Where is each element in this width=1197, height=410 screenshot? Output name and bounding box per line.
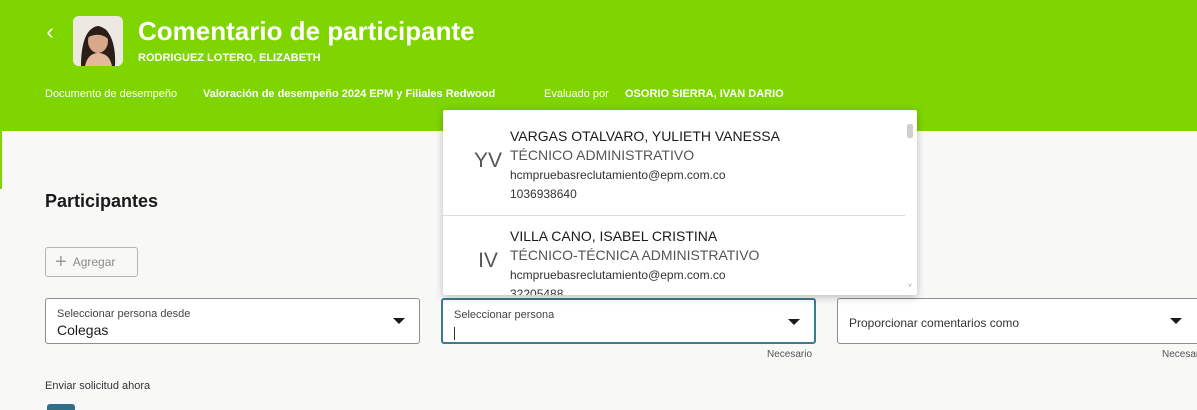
caret-down-icon xyxy=(1170,318,1182,324)
plus-icon: + xyxy=(55,251,67,273)
person-phone: 1036938640 xyxy=(510,187,577,201)
provide-comments-as-dropdown[interactable]: Proporcionar comentarios como xyxy=(837,298,1197,344)
select-person-input[interactable]: Seleccionar persona xyxy=(441,298,816,344)
initials-avatar: YV xyxy=(473,149,502,172)
avatar xyxy=(73,16,123,66)
select-from-label: Seleccionar persona desde xyxy=(57,308,191,320)
select-person-from-dropdown[interactable]: Seleccionar persona desde Colegas xyxy=(45,298,420,344)
provide-as-placeholder: Proporcionar comentarios como xyxy=(849,316,1020,330)
add-button-label: Agregar xyxy=(72,255,116,269)
profile-photo xyxy=(73,16,123,66)
person-job: TÉCNICO-TÉCNICA ADMINISTRATIVO xyxy=(510,247,760,263)
person-name: VARGAS OTALVARO, YULIETH VANESSA xyxy=(510,128,780,144)
scroll-down-icon[interactable]: ˅ xyxy=(907,283,913,290)
send-now-toggle[interactable] xyxy=(47,404,75,410)
scrollbar[interactable]: ˅ xyxy=(907,124,913,292)
list-item[interactable]: YV VARGAS OTALVARO, YULIETH VANESSA TÉCN… xyxy=(443,113,905,216)
required-label: Necesario xyxy=(767,349,813,360)
page-title: Comentario de participante xyxy=(138,16,475,46)
person-name: VILLA CANO, ISABEL CRISTINA xyxy=(510,228,718,244)
document-value: Valoración de desempeño 2024 EPM y Filia… xyxy=(203,88,496,100)
text-cursor xyxy=(454,327,455,340)
caret-down-icon xyxy=(788,319,800,325)
person-job: TÉCNICO ADMINISTRATIVO xyxy=(510,147,695,163)
initials-avatar: IV xyxy=(478,249,498,272)
caret-down-icon xyxy=(393,318,405,324)
section-title: Participantes xyxy=(45,191,159,211)
chevron-left-icon: ‹ xyxy=(46,19,54,44)
select-person-label: Seleccionar persona xyxy=(454,309,555,321)
scrollbar-thumb[interactable] xyxy=(907,124,913,138)
person-email: hcmpruebasreclutamiento@epm.com.co xyxy=(510,268,726,282)
evaluator-label: Evaluado por xyxy=(544,88,609,100)
evaluator-value: OSORIO SIERRA, IVAN DARIO xyxy=(625,88,784,100)
person-email: hcmpruebasreclutamiento@epm.com.co xyxy=(510,168,726,182)
required-label: Necesario xyxy=(1162,349,1197,360)
person-results-dropdown: YV VARGAS OTALVARO, YULIETH VANESSA TÉCN… xyxy=(443,110,917,295)
person-phone: 32205488 xyxy=(510,287,564,295)
document-label: Documento de desempeño xyxy=(45,88,178,100)
send-now-label: Enviar solicitud ahora xyxy=(45,380,151,392)
list-item[interactable]: IV VILLA CANO, ISABEL CRISTINA TÉCNICO-T… xyxy=(443,213,905,295)
select-from-value: Colegas xyxy=(57,322,109,338)
add-button[interactable]: + Agregar xyxy=(45,247,138,277)
back-button[interactable]: ‹ xyxy=(40,20,60,44)
participant-name: RODRIGUEZ LOTERO, ELIZABETH xyxy=(138,52,321,64)
